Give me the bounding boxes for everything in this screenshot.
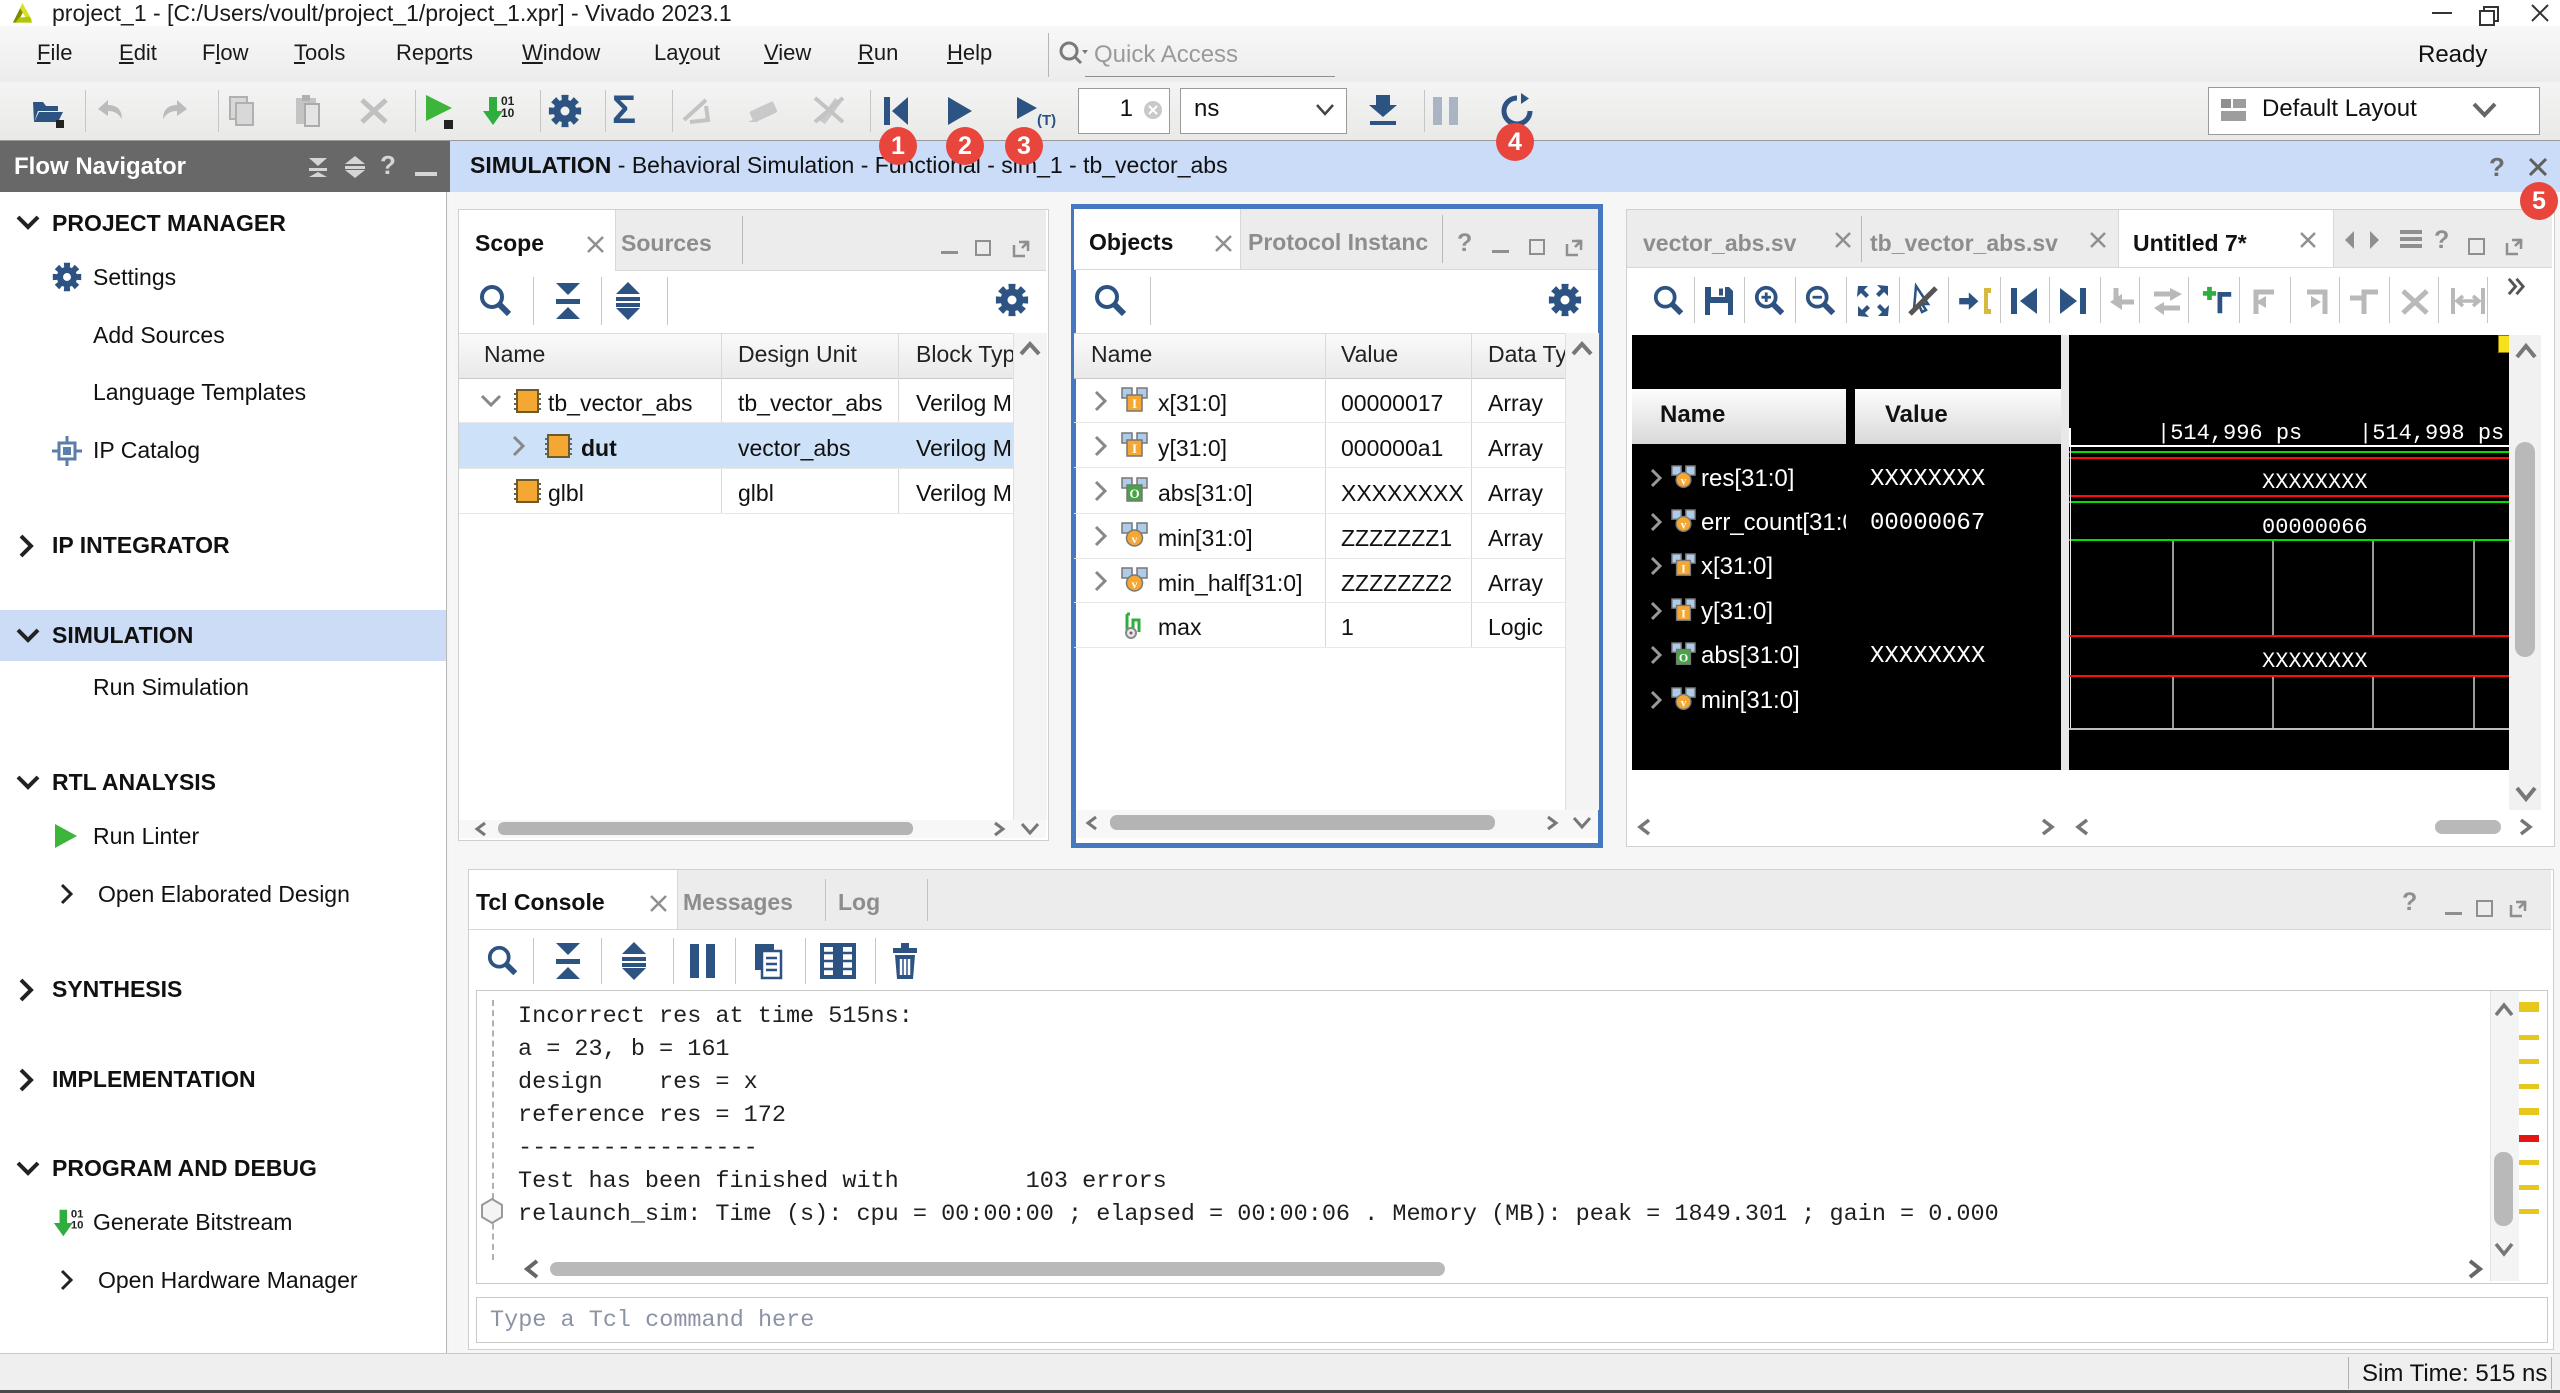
svg-text:O: O: [1129, 486, 1139, 501]
svg-text:v: v: [1681, 519, 1687, 531]
svg-text:I: I: [1132, 441, 1137, 456]
svg-text:v: v: [1681, 475, 1687, 487]
svg-text:v: v: [1132, 577, 1138, 591]
svg-text:10: 10: [71, 1220, 84, 1232]
svg-text:O: O: [1679, 650, 1688, 664]
svg-text:10: 10: [501, 106, 515, 120]
svg-text:v: v: [1132, 532, 1138, 546]
svg-text:(T): (T): [1037, 112, 1056, 129]
svg-text:I: I: [1132, 396, 1137, 411]
svg-text:v: v: [1681, 697, 1687, 709]
svg-text:I: I: [1681, 561, 1686, 575]
svg-text:01: 01: [71, 1208, 84, 1220]
svg-text:I: I: [1681, 606, 1686, 620]
